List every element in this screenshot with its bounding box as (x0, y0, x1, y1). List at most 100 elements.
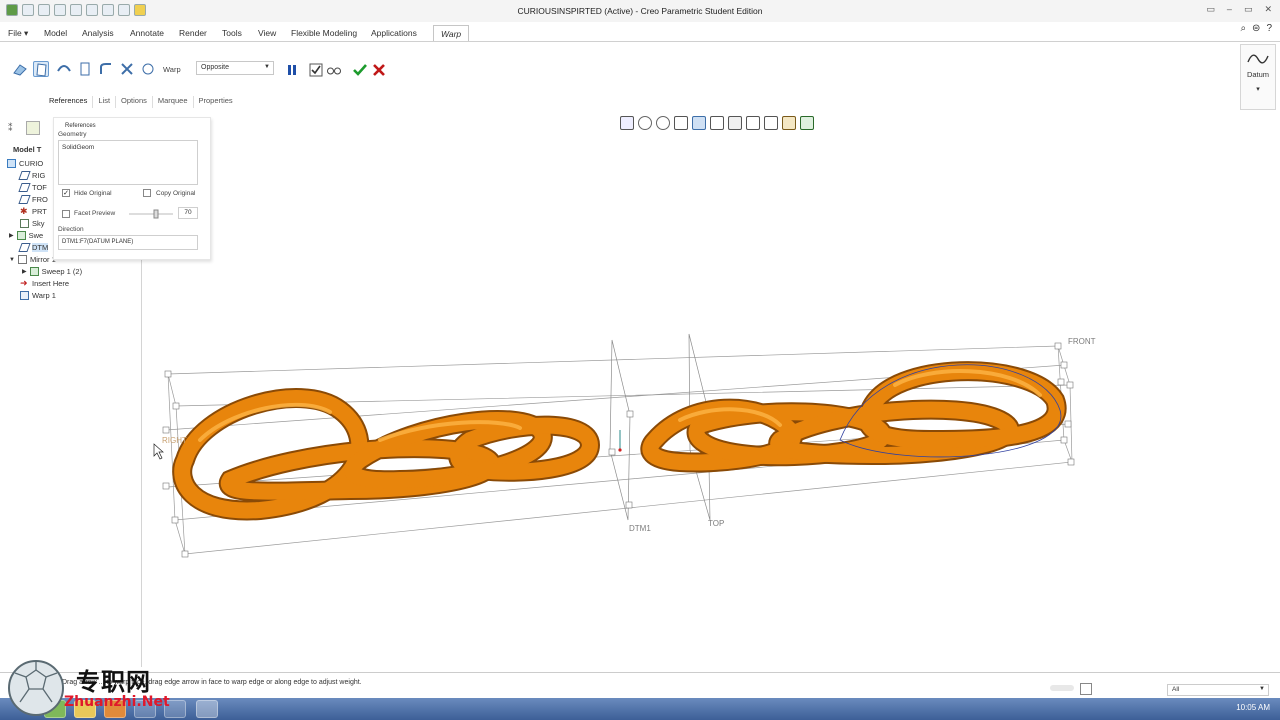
tree-item-right[interactable]: RIG (18, 170, 45, 181)
csys-icon: ✱ (20, 206, 28, 216)
mirror-icon (17, 255, 27, 264)
front-plane-label: FRONT (1068, 337, 1096, 346)
datum-plane-icon (18, 183, 31, 192)
settings-icon[interactable]: ⊜ (1252, 23, 1260, 34)
tab-list[interactable]: List (93, 96, 117, 108)
selection-filter[interactable]: All ▼ (1167, 684, 1269, 696)
accept-check-icon[interactable] (352, 62, 368, 78)
tab-annotate[interactable]: Annotate (130, 28, 164, 38)
pause-icon[interactable] (284, 62, 300, 78)
tab-render[interactable]: Render (179, 28, 207, 38)
sweep-icon (29, 267, 39, 276)
hide-original-checkbox[interactable]: ✓ (62, 189, 70, 197)
regenerate-status-icon[interactable] (1080, 683, 1092, 695)
tree-item-sweep[interactable]: ▶ Swe (9, 230, 43, 241)
help-tools: ⌕ ⊜ ? (1240, 23, 1272, 34)
insert-arrow-icon: ➜ (20, 278, 28, 288)
spine-icon[interactable] (56, 61, 72, 77)
preview-check-icon[interactable] (308, 62, 324, 78)
hide-original-label: Hide Original (74, 190, 112, 197)
title-bar: CURIOUSINSPIRTED (Active) - Creo Paramet… (0, 0, 1280, 22)
tree-item-warp[interactable]: Warp 1 (20, 290, 56, 301)
model-tree-icon[interactable]: ⁑ (8, 123, 13, 134)
direction-option-select[interactable]: Opposite ▼ (196, 61, 274, 75)
tree-item-root[interactable]: CURIO (7, 158, 43, 169)
datum-group[interactable]: Datum ▾ (1240, 44, 1276, 110)
tab-references[interactable]: References (44, 96, 94, 108)
tree-item-insert-here[interactable]: ➜ Insert Here (20, 278, 69, 289)
search-icon[interactable]: ⌕ (1240, 23, 1246, 34)
warp-label: Warp (163, 65, 181, 74)
taskbar-window-icon[interactable] (196, 700, 218, 718)
tab-warp[interactable]: Warp (433, 25, 470, 42)
tab-analysis[interactable]: Analysis (82, 28, 114, 38)
facet-preview-checkbox[interactable] (62, 210, 70, 218)
dashboard-tabs: References List Options Marquee Properti… (44, 96, 238, 108)
graphics-window[interactable] (142, 112, 1280, 667)
datum-dropdown-icon[interactable]: ▾ (1241, 85, 1275, 93)
watermark-chinese-text: 专职网 (76, 667, 151, 696)
tree-item-mirror[interactable]: ▼ Mirror 1 (9, 254, 56, 265)
close-button[interactable]: ✕ (1264, 4, 1272, 15)
windows-taskbar: 10:05 AM (0, 698, 1280, 720)
geometry-label: Geometry (58, 131, 87, 138)
progress-indicator (1050, 685, 1074, 691)
stretch-icon[interactable] (77, 61, 93, 77)
cancel-x-icon[interactable] (371, 62, 387, 78)
direction-option-value: Opposite (201, 64, 230, 71)
maximize-button[interactable]: ▭ (1244, 4, 1253, 15)
bend-icon[interactable] (98, 61, 114, 77)
facet-preview-label: Facet Preview (74, 210, 116, 217)
chevron-down-icon: ▼ (1259, 686, 1265, 692)
transform-icon[interactable] (12, 61, 28, 77)
datum-label: Datum (1246, 70, 1270, 79)
sketch-icon (20, 219, 29, 228)
tree-item-front[interactable]: FRO (18, 194, 48, 205)
window-controls: ▭ – ▭ ✕ (1206, 4, 1272, 15)
direction-value: DTM1:F7(DATUM PLANE) (62, 239, 134, 245)
status-bar: Drag arrow ... to warp face, drag edge a… (0, 672, 1280, 698)
twist-icon[interactable] (119, 61, 135, 77)
datum-plane-icon (18, 195, 31, 204)
warp-icon[interactable] (33, 61, 49, 77)
collapse-arrow-icon[interactable]: ▼ (9, 257, 15, 263)
tree-item-dtm[interactable]: DTM (18, 242, 49, 253)
glasses-icon[interactable] (326, 62, 342, 78)
help-icon[interactable]: ? (1266, 23, 1272, 34)
selection-filter-value: All (1172, 686, 1180, 693)
warp-feature-icon (20, 291, 29, 300)
model-tree-title: Model T (13, 145, 42, 154)
tab-flexible-modeling[interactable]: Flexible Modeling (291, 28, 357, 38)
tab-model[interactable]: Model (44, 28, 67, 38)
expand-arrow-icon[interactable]: ▶ (22, 268, 27, 275)
tab-properties[interactable]: Properties (194, 96, 238, 108)
references-panel-title: References (65, 123, 96, 129)
tree-item-sketch[interactable]: Sky (20, 218, 45, 229)
sweep-icon (16, 231, 26, 240)
watermark-english-text: Zhuanzhi.Net (64, 694, 170, 710)
part-icon (7, 159, 16, 168)
restore-button[interactable]: ▭ (1206, 4, 1215, 15)
sculpt-icon[interactable] (140, 61, 156, 77)
tab-view[interactable]: View (258, 28, 276, 38)
window-title: CURIOUSINSPIRTED (Active) - Creo Paramet… (517, 6, 763, 16)
warped-chain-model[interactable] (172, 361, 1067, 521)
taskbar-clock: 10:05 AM (1236, 703, 1270, 712)
right-plane-label: RIGHT (162, 436, 187, 445)
tab-tools[interactable]: Tools (222, 28, 242, 38)
tree-item-csys[interactable]: ✱ PRT (20, 206, 47, 217)
tree-item-sweep-2[interactable]: ▶ Sweep 1 (2) (22, 266, 82, 277)
dtm1-plane-label: DTM1 (629, 524, 651, 533)
tab-applications[interactable]: Applications (371, 28, 417, 38)
tab-marquee[interactable]: Marquee (153, 96, 194, 108)
tab-file[interactable]: File ▾ (8, 28, 28, 39)
folder-browser-icon[interactable] (26, 121, 40, 135)
datum-plane-icon (18, 171, 31, 180)
tree-item-top[interactable]: TOF (18, 182, 47, 193)
minimize-button[interactable]: – (1227, 4, 1232, 15)
tab-options[interactable]: Options (116, 96, 153, 108)
top-plane-label: TOP (708, 519, 725, 528)
ribbon-tabs: File ▾ Model Analysis Annotate Render To… (0, 25, 1280, 42)
expand-arrow-icon[interactable]: ▶ (9, 232, 14, 239)
mouse-cursor-icon (153, 443, 164, 460)
